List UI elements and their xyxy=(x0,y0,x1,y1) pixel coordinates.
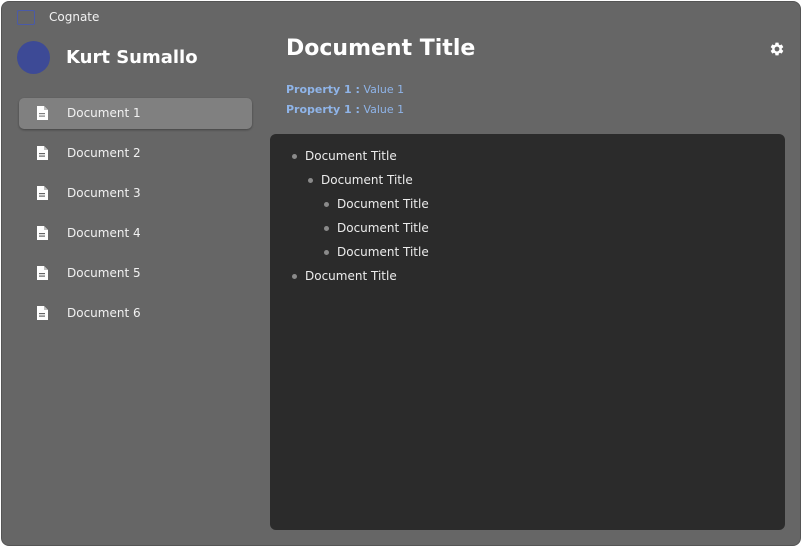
title-bar: Cognate xyxy=(2,2,800,34)
property-row: Property 1 : Value 1 xyxy=(286,103,404,116)
bullet-icon xyxy=(308,178,313,183)
sidebar-item-document-4[interactable]: Document 4 xyxy=(19,218,252,249)
document-icon xyxy=(37,146,48,160)
sidebar-item-label: Document 3 xyxy=(67,186,141,200)
bullet-icon xyxy=(324,202,329,207)
bullet-icon xyxy=(292,274,297,279)
sidebar-item-label: Document 2 xyxy=(67,146,141,160)
document-icon xyxy=(37,106,48,120)
sidebar-item-label: Document 4 xyxy=(67,226,141,240)
bullet-icon xyxy=(324,250,329,255)
window-icon xyxy=(17,10,35,25)
document-icon xyxy=(37,306,48,320)
outline-item-text: Document Title xyxy=(321,173,413,187)
bullet-icon xyxy=(324,226,329,231)
outline-item-text: Document Title xyxy=(305,149,397,163)
property-value[interactable]: Value 1 xyxy=(363,83,404,96)
document-icon xyxy=(37,226,48,240)
sidebar: Kurt Sumallo Document 1 Document 2 Docum… xyxy=(2,34,270,545)
sidebar-item-document-3[interactable]: Document 3 xyxy=(19,178,252,209)
document-icon xyxy=(37,266,48,280)
page-title[interactable]: Document Title xyxy=(286,36,475,61)
gear-icon[interactable] xyxy=(769,41,785,57)
app-window: Cognate Kurt Sumallo Document 1 Document… xyxy=(1,1,801,546)
user-name: Kurt Sumallo xyxy=(66,47,198,68)
sidebar-item-label: Document 1 xyxy=(67,106,141,120)
outline-item-text: Document Title xyxy=(337,197,429,211)
avatar[interactable] xyxy=(17,41,50,74)
outline-item-text: Document Title xyxy=(305,269,397,283)
app-title: Cognate xyxy=(49,10,100,24)
outline-editor[interactable]: Document Title Document Title Document T… xyxy=(270,134,785,530)
sidebar-item-label: Document 6 xyxy=(67,306,141,320)
outline-item-text: Document Title xyxy=(337,245,429,259)
sidebar-item-label: Document 5 xyxy=(67,266,141,280)
sidebar-item-document-1[interactable]: Document 1 xyxy=(19,98,252,129)
sidebar-item-document-2[interactable]: Document 2 xyxy=(19,138,252,169)
bullet-icon xyxy=(292,154,297,159)
sidebar-item-document-6[interactable]: Document 6 xyxy=(19,298,252,329)
property-value[interactable]: Value 1 xyxy=(363,103,404,116)
property-key: Property 1 : xyxy=(286,83,360,96)
document-pane: Document Title Property 1 : Value 1 Prop… xyxy=(270,34,800,545)
sidebar-item-document-5[interactable]: Document 5 xyxy=(19,258,252,289)
document-icon xyxy=(37,186,48,200)
property-row: Property 1 : Value 1 xyxy=(286,83,404,96)
property-key: Property 1 : xyxy=(286,103,360,116)
outline-item-text: Document Title xyxy=(337,221,429,235)
